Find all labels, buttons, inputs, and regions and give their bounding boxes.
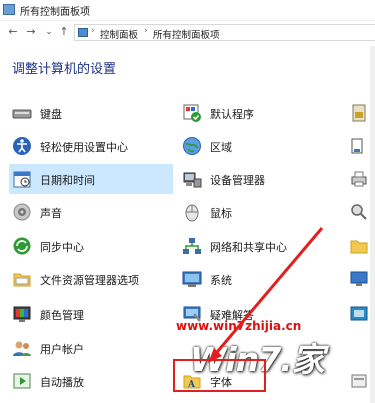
annotation-arrow [208,227,324,363]
scrollbar[interactable] [370,46,375,403]
